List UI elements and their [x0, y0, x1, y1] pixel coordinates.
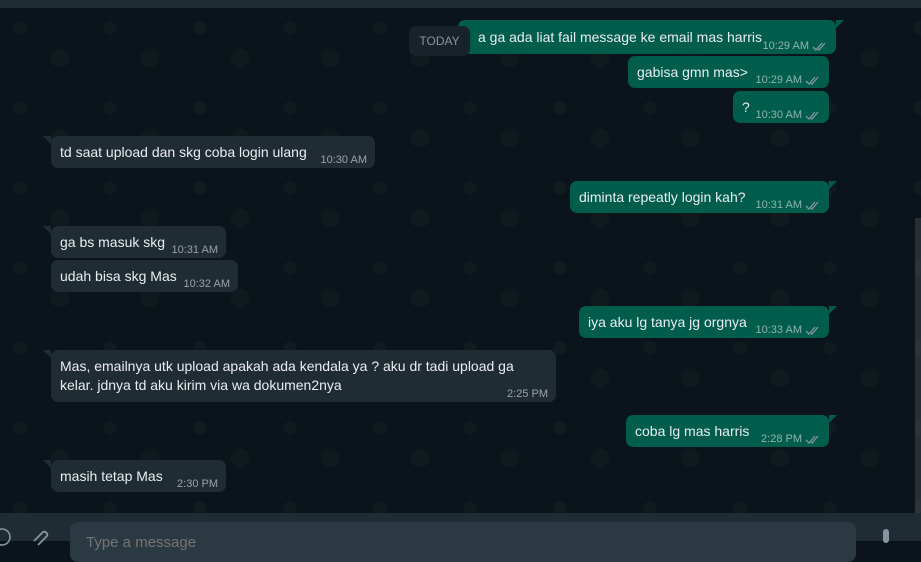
message-meta: 10:30 AM: [756, 106, 821, 125]
message-text: ga bs masuk skg: [60, 234, 166, 250]
message-time: 10:29 AM: [762, 40, 809, 52]
message-incoming[interactable]: ga bs masuk skg 10:31 AM: [51, 226, 226, 258]
bubble-tail: [836, 20, 844, 28]
date-chip: TODAY: [409, 26, 470, 56]
message-outgoing[interactable]: ? 10:30 AM: [733, 91, 829, 123]
message-time: 2:25 PM: [507, 388, 548, 400]
message-time: 10:31 AM: [755, 199, 802, 211]
message-text: ?: [742, 99, 750, 115]
message-time: 10:32 AM: [183, 278, 230, 290]
message-text: td saat upload dan skg coba login ulang: [60, 144, 307, 160]
message-meta: 10:32 AM: [184, 275, 230, 294]
message-meta: 10:31 AM: [172, 241, 218, 260]
message-time: 10:29 AM: [755, 74, 802, 86]
message-meta: 2:30 PM: [177, 475, 218, 494]
message-text: Mas, emailnya utk upload apakah ada kend…: [60, 358, 514, 393]
message-text: gabisa gmn mas>: [637, 64, 748, 80]
message-text: a ga ada liat fail message ke email mas …: [478, 29, 763, 45]
message-meta: 2:25 PM: [507, 385, 548, 404]
bubble-tail: [829, 181, 837, 189]
emoji-icon[interactable]: [0, 527, 12, 547]
double-check-icon: [805, 435, 819, 444]
attach-icon[interactable]: [30, 527, 52, 547]
message-meta: 10:31 AM: [756, 196, 821, 215]
message-meta: 2:28 PM: [761, 430, 821, 449]
conversation-panel[interactable]: a ga ada liat fail message ke email mas …: [0, 8, 921, 513]
message-text: masih tetap Mas: [60, 468, 163, 484]
double-check-icon: [805, 111, 819, 120]
message-incoming[interactable]: udah bisa skg Mas 10:32 AM: [51, 260, 238, 292]
double-check-icon: [805, 76, 819, 85]
message-meta: 10:29 AM: [756, 71, 821, 90]
message-input[interactable]: [70, 522, 856, 562]
message-outgoing[interactable]: coba lg mas harris 2:28 PM: [626, 415, 829, 447]
double-check-icon: [812, 42, 826, 51]
message-meta: 10:30 AM: [321, 151, 367, 170]
bubble-tail: [829, 415, 837, 423]
message-time: 10:30 AM: [755, 109, 802, 121]
double-check-icon: [805, 326, 819, 335]
message-time: 2:28 PM: [761, 433, 802, 445]
message-outgoing[interactable]: diminta repeatly login kah? 10:31 AM: [570, 181, 829, 213]
message-time: 10:31 AM: [171, 244, 218, 256]
bubble-tail: [43, 226, 51, 234]
scrollbar[interactable]: [915, 218, 921, 513]
message-text: diminta repeatly login kah?: [579, 189, 746, 205]
bubble-tail: [829, 306, 837, 314]
message-meta: 10:33 AM: [756, 321, 821, 340]
bubble-tail: [43, 350, 51, 358]
message-meta: 10:29 AM: [763, 37, 828, 56]
bubble-tail: [43, 136, 51, 144]
message-time: 10:33 AM: [755, 324, 802, 336]
bubble-tail: [43, 460, 51, 468]
message-incoming[interactable]: masih tetap Mas 2:30 PM: [51, 460, 226, 492]
header-strip: [0, 0, 921, 8]
message-outgoing[interactable]: iya aku lg tanya jg orgnya 10:33 AM: [579, 306, 829, 338]
message-text: udah bisa skg Mas: [60, 268, 177, 284]
message-text: coba lg mas harris: [635, 423, 750, 439]
message-outgoing[interactable]: a ga ada liat fail message ke email mas …: [458, 20, 836, 54]
message-incoming[interactable]: td saat upload dan skg coba login ulang …: [51, 136, 375, 168]
message-time: 2:30 PM: [177, 478, 218, 490]
double-check-icon: [805, 201, 819, 210]
message-incoming[interactable]: Mas, emailnya utk upload apakah ada kend…: [51, 350, 556, 402]
message-time: 10:30 AM: [320, 154, 367, 166]
message-outgoing[interactable]: gabisa gmn mas> 10:29 AM: [628, 56, 829, 88]
message-text: iya aku lg tanya jg orgnya: [588, 314, 747, 330]
microphone-icon[interactable]: [880, 529, 892, 549]
